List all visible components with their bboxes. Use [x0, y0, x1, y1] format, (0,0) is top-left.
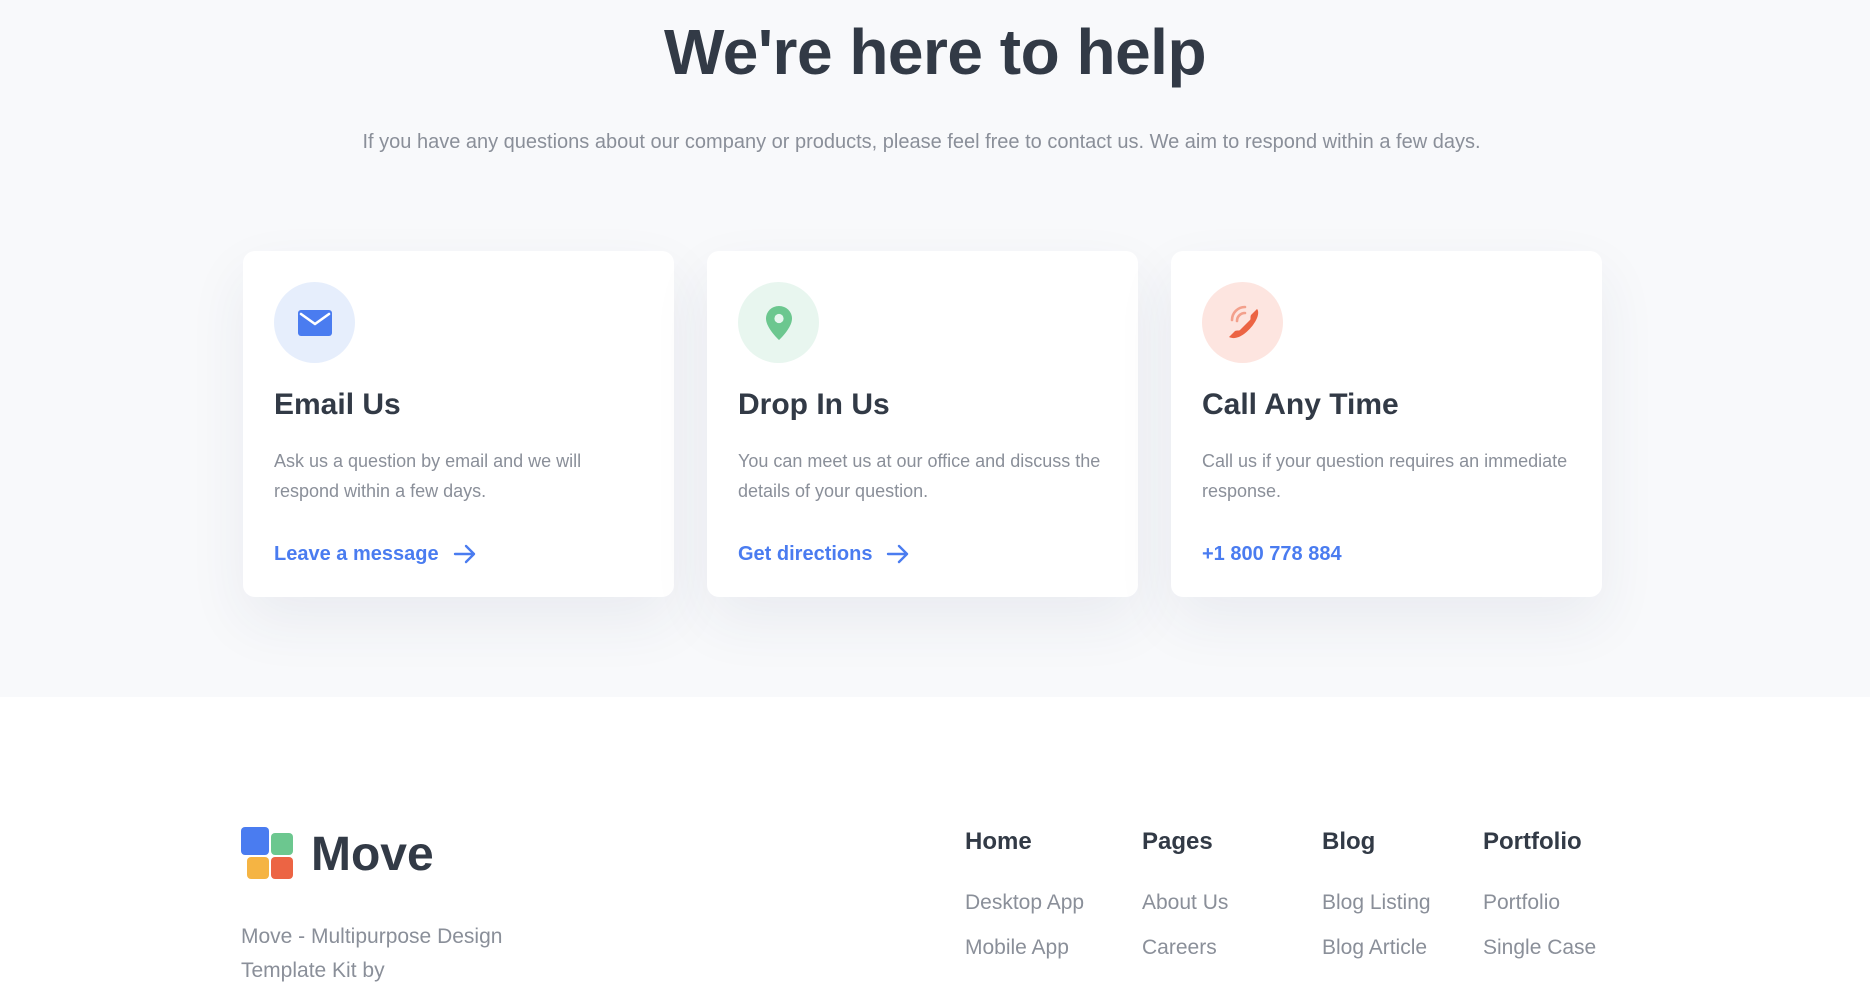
footer-column-pages: Pages About Us Careers — [1142, 826, 1228, 978]
leave-message-link[interactable]: Leave a message — [274, 539, 477, 569]
footer-column-heading: Pages — [1142, 828, 1213, 855]
help-section: We're here to help If you have any quest… — [0, 0, 1870, 697]
footer-logo[interactable]: Move — [241, 827, 434, 883]
help-title: We're here to help — [663, 16, 1207, 88]
brand-name: Move — [311, 828, 434, 881]
card-title: Email Us — [274, 388, 401, 421]
footer-column-home: Home Desktop App Mobile App — [965, 826, 1084, 978]
arrow-right-icon — [886, 544, 910, 564]
footer-column-blog: Blog Blog Listing Blog Article — [1322, 826, 1431, 978]
footer-link-single-case[interactable]: Single Case — [1483, 933, 1596, 963]
card-title: Drop In Us — [738, 388, 890, 421]
call-card: Call Any Time Call us if your question r… — [1171, 251, 1602, 597]
email-card: Email Us Ask us a question by email and … — [243, 251, 674, 597]
footer-link-desktop-app[interactable]: Desktop App — [965, 888, 1084, 918]
location-pin-icon — [738, 282, 819, 363]
footer-link-portfolio[interactable]: Portfolio — [1483, 888, 1596, 918]
card-text: Ask us a question by email and we will r… — [274, 451, 582, 501]
card-text: Call us if your question requires an imm… — [1202, 451, 1568, 501]
footer-column-heading: Portfolio — [1483, 828, 1582, 855]
phone-number-link[interactable]: +1 800 778 884 — [1202, 539, 1342, 569]
card-title: Call Any Time — [1202, 388, 1399, 421]
visit-card: Drop In Us You can meet us at our office… — [707, 251, 1138, 597]
footer-column-heading: Blog — [1322, 828, 1376, 855]
footer-column-heading: Home — [965, 828, 1032, 855]
footer-link-blog-article[interactable]: Blog Article — [1322, 933, 1431, 963]
logo-mark-icon — [241, 827, 297, 883]
footer-link-mobile-app[interactable]: Mobile App — [965, 933, 1084, 963]
envelope-icon — [274, 282, 355, 363]
footer-link-careers[interactable]: Careers — [1142, 933, 1228, 963]
help-subtitle: If you have any questions about our comp… — [362, 131, 1481, 153]
card-text: You can meet us at our office and discus… — [738, 451, 1101, 501]
link-label: Get directions — [738, 543, 873, 565]
phone-ringing-icon — [1202, 282, 1283, 363]
link-label: +1 800 778 884 — [1202, 543, 1342, 565]
arrow-right-icon — [453, 544, 477, 564]
link-label: Leave a message — [274, 543, 439, 565]
footer-description: Move - Multipurpose Design Template Kit … — [241, 925, 503, 982]
footer-column-portfolio: Portfolio Portfolio Single Case — [1483, 826, 1596, 978]
footer-link-blog-listing[interactable]: Blog Listing — [1322, 888, 1431, 918]
footer-link-about-us[interactable]: About Us — [1142, 888, 1228, 918]
get-directions-link[interactable]: Get directions — [738, 539, 910, 569]
